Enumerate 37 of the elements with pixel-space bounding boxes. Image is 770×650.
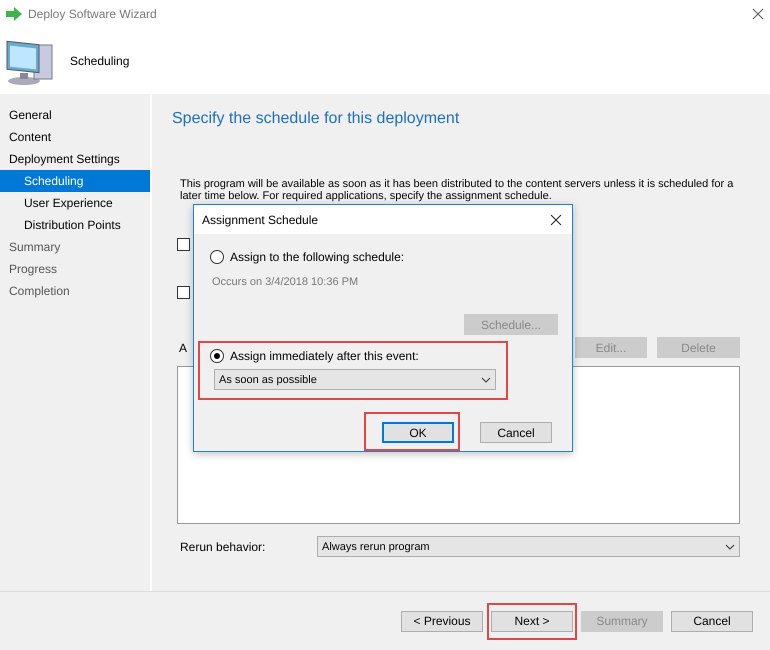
radio-button[interactable] <box>210 250 224 264</box>
dialog-title: Assignment Schedule <box>202 212 318 226</box>
nav-item[interactable]: Summary <box>0 236 150 258</box>
checkbox[interactable] <box>177 286 190 299</box>
chevron-down-icon <box>725 544 735 550</box>
nav-item[interactable]: Progress <box>0 258 150 280</box>
option-label: Assign immediately after this event: <box>230 349 419 363</box>
occurs-text: Occurs on 3/4/2018 10:36 PM <box>211 275 360 288</box>
nav-item[interactable]: General <box>0 104 150 126</box>
arrow-right-icon <box>6 7 22 21</box>
option-label: Assign to the following schedule: <box>230 250 404 264</box>
event-dropdown[interactable]: As soon as possible <box>214 369 496 390</box>
cancel-button[interactable]: Cancel <box>480 422 552 443</box>
page-title: Scheduling <box>70 54 130 68</box>
list-label: A <box>178 340 188 354</box>
nav-item[interactable]: Scheduling <box>0 170 150 192</box>
radio-button[interactable] <box>210 349 224 363</box>
nav-item[interactable]: Content <box>0 126 150 148</box>
radio-option[interactable]: Assign to the following schedule: <box>200 250 566 264</box>
radio-option[interactable]: Assign immediately after this event: <box>200 349 496 363</box>
wizard-button[interactable]: Cancel <box>671 610 753 632</box>
window-title: Deploy Software Wizard <box>28 7 158 21</box>
rerun-dropdown[interactable]: Always rerun program <box>317 536 740 557</box>
close-icon[interactable] <box>550 214 562 226</box>
nav-item[interactable]: Deployment Settings <box>0 148 150 170</box>
description-text: This program will be available as soon as it has been distributed to the content servers unless it is scheduled for a later time below. For required applications, specify the assignment schedule. <box>179 178 734 202</box>
wizard-button[interactable]: < Previous <box>401 610 483 632</box>
ok-button[interactable]: OK <box>382 422 454 443</box>
wizard-button[interactable]: Next > <box>491 610 573 632</box>
rerun-label: Rerun behavior: <box>180 540 266 554</box>
page-heading: Specify the schedule for this deployment <box>172 110 460 128</box>
nav-item[interactable]: User Experience <box>0 192 150 214</box>
nav-item[interactable]: Completion <box>0 280 150 302</box>
checkbox[interactable] <box>177 238 190 251</box>
chevron-down-icon <box>481 376 491 382</box>
nav-item[interactable]: Distribution Points <box>0 214 150 236</box>
close-icon[interactable] <box>752 8 764 20</box>
